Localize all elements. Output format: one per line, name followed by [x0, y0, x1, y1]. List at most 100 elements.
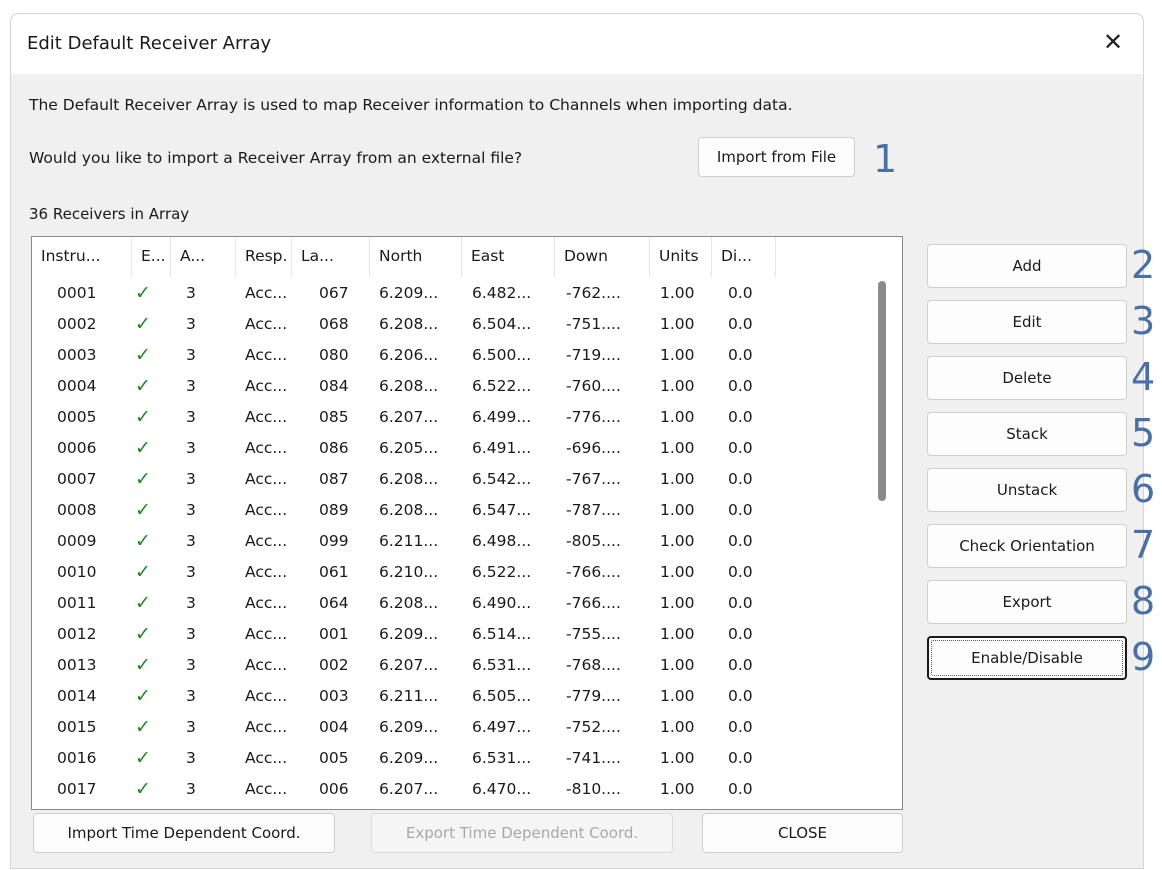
table-row[interactable]: 0005 ✓ 3 Acc... 085 6.207... 6.499... -776.... 1…	[32, 402, 872, 433]
column-header[interactable]: Instru...	[32, 237, 132, 277]
receiver-list[interactable]: Instru... E... A... Resp. La... North Ea…	[31, 236, 903, 810]
stack-button[interactable]: Stack	[927, 412, 1127, 456]
focus-ring	[931, 640, 1123, 676]
enabled-check-icon: ✓	[135, 437, 151, 459]
table-cell: 0005	[57, 408, 97, 426]
table-cell: 1.00	[660, 780, 695, 798]
table-cell: 0.0	[728, 315, 753, 333]
table-cell: 6.208...	[379, 315, 439, 333]
table-cell: 0008	[57, 501, 97, 519]
table-cell: 0.0	[728, 718, 753, 736]
table-cell: 087	[319, 470, 349, 488]
table-row[interactable]: 0004 ✓ 3 Acc... 084 6.208... 6.522... -760.... 1…	[32, 371, 872, 402]
close-button[interactable]: CLOSE	[702, 813, 903, 853]
table-cell: 0004	[57, 377, 97, 395]
table-cell: 1.00	[660, 346, 695, 364]
table-cell: 3	[186, 563, 196, 581]
table-cell: 0.0	[728, 439, 753, 457]
column-header[interactable]: Resp.	[236, 237, 292, 277]
dialog-title: Edit Default Receiver Array	[27, 33, 272, 54]
table-cell: 6.491...	[472, 439, 532, 457]
table-cell: 1.00	[660, 315, 695, 333]
add-button[interactable]: Add	[927, 244, 1127, 288]
table-row[interactable]: 0016 ✓ 3 Acc... 005 6.209... 6.531... -741.... 1…	[32, 743, 872, 774]
table-cell: Acc...	[245, 656, 288, 674]
column-header[interactable]: Down	[555, 237, 650, 277]
export-time-dependent-coord-button: Export Time Dependent Coord.	[371, 813, 673, 853]
table-cell: Acc...	[245, 501, 288, 519]
close-icon[interactable]: ✕	[1097, 26, 1129, 58]
import-from-file-button[interactable]: Import from File	[698, 137, 855, 177]
table-cell: Acc...	[245, 346, 288, 364]
table-row[interactable]: 0017 ✓ 3 Acc... 006 6.207... 6.470... -810.... 1…	[32, 774, 872, 805]
table-cell: 6.211...	[379, 687, 439, 705]
table-cell: 003	[319, 687, 349, 705]
enabled-check-icon: ✓	[135, 654, 151, 676]
title-bar: Edit Default Receiver Array ✕	[11, 14, 1143, 74]
table-cell: 3	[186, 625, 196, 643]
import-time-dependent-coord-button[interactable]: Import Time Dependent Coord.	[33, 813, 335, 853]
table-cell: 0013	[57, 656, 97, 674]
table-cell: -696....	[566, 439, 621, 457]
enabled-check-icon: ✓	[135, 530, 151, 552]
column-header[interactable]: La...	[292, 237, 370, 277]
table-cell: 3	[186, 687, 196, 705]
column-header[interactable]: Di...	[712, 237, 776, 277]
callout-3: 3	[1131, 299, 1156, 343]
enabled-check-icon: ✓	[135, 344, 151, 366]
table-row[interactable]: 0013 ✓ 3 Acc... 002 6.207... 6.531... -768.... 1…	[32, 650, 872, 681]
unstack-button[interactable]: Unstack	[927, 468, 1127, 512]
description-text: The Default Receiver Array is used to ma…	[29, 96, 793, 114]
button-label: Stack	[1006, 425, 1048, 443]
delete-button[interactable]: Delete	[927, 356, 1127, 400]
table-row[interactable]: 0006 ✓ 3 Acc... 086 6.205... 6.491... -696.... 1…	[32, 433, 872, 464]
table-cell: 0003	[57, 346, 97, 364]
check-orientation-button[interactable]: Check Orientation	[927, 524, 1127, 568]
table-row[interactable]: 0010 ✓ 3 Acc... 061 6.210... 6.522... -766.... 1…	[32, 557, 872, 588]
column-header[interactable]: East	[462, 237, 555, 277]
table-row[interactable]: 0014 ✓ 3 Acc... 003 6.211... 6.505... -779.... 1…	[32, 681, 872, 712]
edit-button[interactable]: Edit	[927, 300, 1127, 344]
table-cell: 0.0	[728, 346, 753, 364]
table-cell: 3	[186, 718, 196, 736]
callout-5: 5	[1131, 411, 1156, 455]
table-cell: Acc...	[245, 718, 288, 736]
table-row[interactable]: 0012 ✓ 3 Acc... 001 6.209... 6.514... -755.... 1…	[32, 619, 872, 650]
callout-8: 8	[1131, 579, 1156, 623]
table-cell: 1.00	[660, 749, 695, 767]
table-cell: 1.00	[660, 718, 695, 736]
callout-9: 9	[1131, 635, 1156, 679]
enable-disable-button[interactable]: Enable/Disable	[927, 636, 1127, 680]
table-cell: 099	[319, 532, 349, 550]
table-row[interactable]: 0003 ✓ 3 Acc... 080 6.206... 6.500... -719.... 1…	[32, 340, 872, 371]
button-label: Delete	[1002, 369, 1052, 387]
table-row[interactable]: 0008 ✓ 3 Acc... 089 6.208... 6.547... -787.... 1…	[32, 495, 872, 526]
callout-7: 7	[1131, 523, 1156, 567]
column-header[interactable]: E...	[132, 237, 171, 277]
table-cell: 6.500...	[472, 346, 532, 364]
vertical-scrollbar[interactable]	[878, 281, 886, 501]
column-header[interactable]: North	[370, 237, 462, 277]
table-cell: 6.208...	[379, 594, 439, 612]
table-cell: 1.00	[660, 687, 695, 705]
column-header[interactable]: A...	[171, 237, 236, 277]
table-row[interactable]: 0015 ✓ 3 Acc... 004 6.209... 6.497... -752.... 1…	[32, 712, 872, 743]
table-cell: 6.208...	[379, 377, 439, 395]
table-row[interactable]: 0011 ✓ 3 Acc... 064 6.208... 6.490... -766.... 1…	[32, 588, 872, 619]
table-row[interactable]: 0009 ✓ 3 Acc... 099 6.211... 6.498... -805.... 1…	[32, 526, 872, 557]
table-cell: 1.00	[660, 563, 695, 581]
table-row[interactable]: 0007 ✓ 3 Acc... 087 6.208... 6.542... -767.... 1…	[32, 464, 872, 495]
enabled-check-icon: ✓	[135, 468, 151, 490]
table-cell: 6.547...	[472, 501, 532, 519]
export-button[interactable]: Export	[927, 580, 1127, 624]
table-cell: 6.207...	[379, 780, 439, 798]
table-cell: 6.490...	[472, 594, 532, 612]
column-header[interactable]: Units	[650, 237, 712, 277]
table-row[interactable]: 0001 ✓ 3 Acc... 067 6.209... 6.482... -762.... 1…	[32, 278, 872, 309]
table-cell: 1.00	[660, 470, 695, 488]
table-cell: 6.522...	[472, 563, 532, 581]
table-row[interactable]: 0002 ✓ 3 Acc... 068 6.208... 6.504... -751.... 1…	[32, 309, 872, 340]
table-cell: Acc...	[245, 377, 288, 395]
table-cell: 089	[319, 501, 349, 519]
enabled-check-icon: ✓	[135, 778, 151, 800]
